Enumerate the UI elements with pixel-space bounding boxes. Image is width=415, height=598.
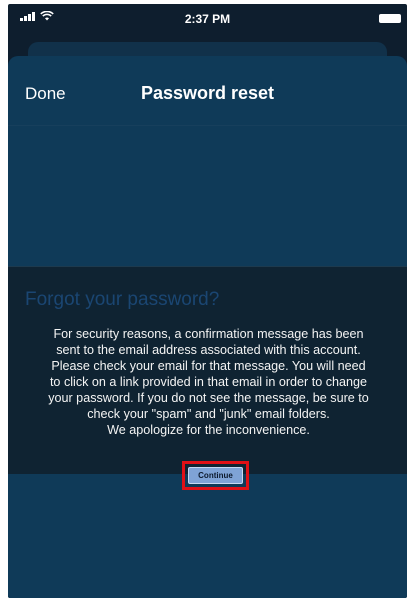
alert-message: For security reasons, a confirmation mes… xyxy=(14,326,403,438)
alert-message-line: check your "spam" and "junk" email folde… xyxy=(87,407,330,421)
alert-message-line: your password. If you do not see the mes… xyxy=(48,391,369,405)
alert-message-line: We apologize for the inconvenience. xyxy=(107,423,310,437)
navigation-bar: Done Password reset xyxy=(8,56,407,126)
alert-message-line: Please check your email for that message… xyxy=(51,359,366,373)
continue-highlight-box: Continue xyxy=(182,461,249,490)
status-time: 2:37 PM xyxy=(184,12,231,26)
alert-message-line: For security reasons, a confirmation mes… xyxy=(53,327,364,341)
page-title: Password reset xyxy=(140,83,275,103)
battery-icon xyxy=(379,14,401,23)
forgot-password-heading: Forgot your password? xyxy=(25,289,220,310)
alert-message-line: to click on a link provided in that emai… xyxy=(49,375,368,389)
phone-screen: 2:37 PM Done Password reset Forgot your … xyxy=(8,4,407,598)
status-bar: 2:37 PM xyxy=(8,4,407,34)
alert-message-line: sent to the email address associated wit… xyxy=(56,343,361,357)
continue-button[interactable]: Continue xyxy=(188,467,243,484)
